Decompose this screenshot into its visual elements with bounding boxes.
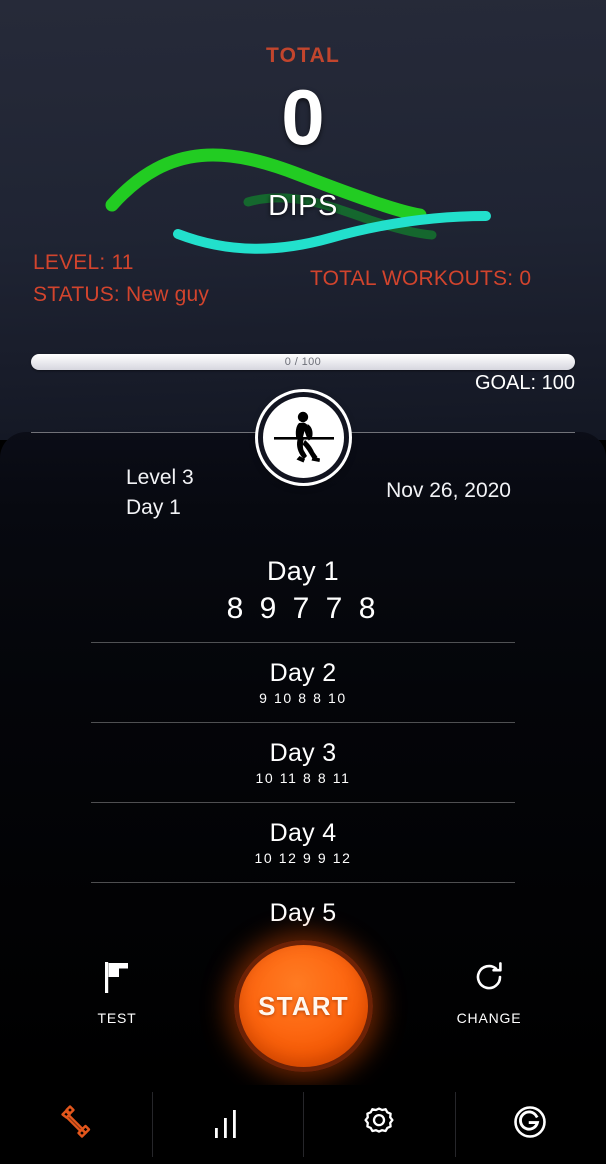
flag-icon — [57, 956, 177, 998]
total-value: 0 — [281, 73, 325, 161]
day-reps: 10 12 9 9 12 — [254, 850, 352, 866]
nav-item-stats[interactable] — [151, 1085, 304, 1164]
total-workouts-stat: TOTAL WORKOUTS: 0 — [310, 267, 532, 290]
day-label: Day 1 — [266, 556, 340, 586]
table-row[interactable]: Day 4 10 12 9 9 12 — [0, 803, 606, 882]
goal-label: GOAL: 100 — [474, 372, 575, 394]
gear-icon — [360, 1103, 398, 1146]
refresh-icon — [429, 956, 549, 998]
table-row[interactable]: Day 3 10 11 8 8 11 — [0, 723, 606, 802]
day-reps: 10 11 8 8 11 — [255, 770, 351, 786]
day-label: Day 2 — [269, 659, 337, 687]
workout-date: Nov 26, 2020 — [386, 479, 511, 502]
total-label: TOTAL — [265, 44, 341, 67]
day-label: Day 4 — [269, 819, 337, 847]
dips-athlete-icon — [258, 392, 349, 483]
nav-item-workout[interactable] — [0, 1085, 152, 1164]
day-reps: 8 9 7 7 8 — [226, 592, 380, 625]
exercise-name: DIPS — [268, 190, 338, 222]
table-row[interactable]: Day 2 9 10 8 8 10 — [0, 643, 606, 722]
change-label: CHANGE — [456, 1010, 522, 1026]
start-button[interactable]: START — [234, 940, 373, 1072]
hero-panel: TOTAL 0 DIPS LEVEL: 11 STATUS: New guy T… — [0, 0, 606, 440]
start-label: START — [258, 990, 349, 1021]
nav-item-account[interactable] — [454, 1085, 606, 1164]
test-button[interactable]: TEST — [57, 956, 177, 1026]
meta-level-text: Level 3 — [126, 466, 194, 489]
action-bar: TEST START CHANGE — [0, 930, 606, 1085]
table-row[interactable]: Day 1 8 9 7 7 8 — [0, 544, 606, 642]
day-label: Day 5 — [269, 899, 337, 927]
status-stat: STATUS: New guy — [33, 283, 210, 306]
progress-track: 0 / 100 — [31, 354, 575, 370]
level-stat: LEVEL: 11 — [33, 251, 134, 274]
nav-item-settings[interactable] — [303, 1085, 455, 1164]
bar-chart-icon — [209, 1104, 245, 1145]
test-label: TEST — [97, 1010, 137, 1026]
goal-progress-bar[interactable]: 0 / 100 — [31, 354, 575, 370]
bottom-navigation — [0, 1085, 606, 1164]
meta-day-text: Day 1 — [126, 496, 181, 520]
day-label: Day 3 — [269, 739, 337, 767]
g-logo-icon — [510, 1102, 550, 1147]
progress-value-label: 0 / 100 — [284, 356, 322, 368]
dumbbell-icon — [55, 1101, 97, 1148]
day-list: Day 1 8 9 7 7 8 Day 2 9 10 8 8 10 Day 3 … — [0, 544, 606, 928]
change-button[interactable]: CHANGE — [429, 956, 549, 1026]
app-root: TOTAL 0 DIPS LEVEL: 11 STATUS: New guy T… — [0, 0, 606, 1164]
day-reps: 9 10 8 8 10 — [259, 690, 347, 706]
current-level-day-meta: Level 3 Day 1 — [126, 463, 194, 524]
table-row[interactable]: Day 5 — [0, 883, 606, 928]
